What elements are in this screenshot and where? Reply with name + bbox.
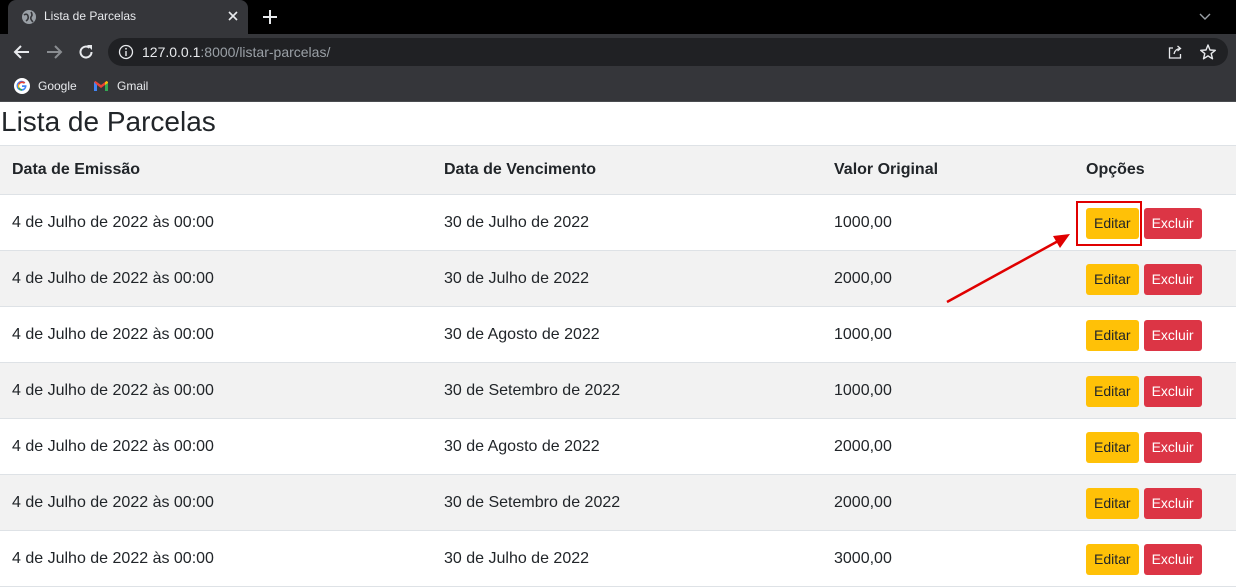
cell-emissao: 4 de Julho de 2022 às 00:00 [0,194,432,251]
delete-button[interactable]: Excluir [1143,544,1202,575]
browser-toolbar: 127.0.0.1:8000/listar-parcelas/ [0,34,1236,70]
page-title: Lista de Parcelas [1,106,216,137]
share-icon[interactable] [1167,44,1183,60]
edit-button[interactable]: Editar [1086,432,1139,463]
cell-vencimento: 30 de Agosto de 2022 [432,418,822,475]
annotation-arrow [946,234,1070,304]
close-icon[interactable] [224,7,242,25]
table-row: 4 de Julho de 2022 às 00:00 30 de Agosto… [0,418,1236,475]
cell-emissao: 4 de Julho de 2022 às 00:00 [0,418,432,475]
cell-opcoes: Editar Excluir [1074,418,1236,475]
cell-emissao: 4 de Julho de 2022 às 00:00 [0,530,432,587]
cell-valor: 1000,00 [822,362,1074,419]
new-tab-icon[interactable] [260,7,280,27]
delete-button[interactable]: Excluir [1143,320,1202,351]
edit-button[interactable]: Editar [1086,488,1139,519]
edit-button[interactable]: Editar [1086,376,1139,407]
gmail-icon [94,81,108,91]
forward-arrow-icon[interactable] [44,42,64,62]
cell-valor: 3000,00 [822,530,1074,587]
column-header-vencimento: Data de Vencimento [432,145,822,195]
column-header-opcoes: Opções [1074,145,1236,195]
cell-vencimento: 30 de Agosto de 2022 [432,306,822,363]
column-header-valor: Valor Original [822,145,1074,195]
google-icon [14,78,30,94]
delete-button[interactable]: Excluir [1143,432,1202,463]
cell-vencimento: 30 de Julho de 2022 [432,194,822,251]
table-row: 4 de Julho de 2022 às 00:00 30 de Agosto… [0,306,1236,363]
tab-title: Lista de Parcelas [44,9,137,23]
bookmark-google[interactable]: Google [14,76,77,96]
edit-button[interactable]: Editar [1086,264,1139,295]
cell-emissao: 4 de Julho de 2022 às 00:00 [0,250,432,307]
info-icon[interactable] [118,44,134,60]
cell-opcoes: Editar Excluir [1074,250,1236,307]
column-header-emissao: Data de Emissão [0,145,432,195]
cell-opcoes: Editar Excluir [1074,362,1236,419]
page-content: Lista de Parcelas Data de Emissão Data d… [0,103,1236,588]
bookmark-label: Gmail [117,79,149,93]
cell-vencimento: 30 de Setembro de 2022 [432,474,822,531]
url-host: 127.0.0.1 [142,44,201,60]
bookmark-gmail[interactable]: Gmail [93,76,148,96]
table-row: 4 de Julho de 2022 às 00:00 30 de Setemb… [0,362,1236,419]
cell-valor: 2000,00 [822,418,1074,475]
edit-button[interactable]: Editar [1086,320,1139,351]
cell-valor: 2000,00 [822,474,1074,531]
cell-emissao: 4 de Julho de 2022 às 00:00 [0,474,432,531]
address-bar[interactable]: 127.0.0.1:8000/listar-parcelas/ [108,38,1228,66]
cell-vencimento: 30 de Setembro de 2022 [432,362,822,419]
cell-opcoes: Editar Excluir [1074,306,1236,363]
url-text: 127.0.0.1:8000/listar-parcelas/ [142,44,330,60]
bookmark-label: Google [38,79,77,93]
cell-vencimento: 30 de Julho de 2022 [432,250,822,307]
cell-emissao: 4 de Julho de 2022 às 00:00 [0,306,432,363]
globe-icon [22,10,36,24]
edit-button[interactable]: Editar [1086,544,1139,575]
cell-valor: 1000,00 [822,306,1074,363]
delete-button[interactable]: Excluir [1143,488,1202,519]
browser-tab[interactable]: Lista de Parcelas [8,0,248,34]
chevron-down-icon[interactable] [1197,8,1213,24]
table-row: 4 de Julho de 2022 às 00:00 30 de Julho … [0,530,1236,587]
cell-emissao: 4 de Julho de 2022 às 00:00 [0,362,432,419]
bookmarks-bar: Google Gmail [0,70,1236,102]
reload-icon[interactable] [76,42,96,62]
bookmark-star-icon[interactable] [1199,43,1217,61]
url-path: :8000/listar-parcelas/ [200,44,331,60]
cell-vencimento: 30 de Julho de 2022 [432,530,822,587]
cell-opcoes: Editar Excluir [1074,474,1236,531]
delete-button[interactable]: Excluir [1143,264,1202,295]
cell-opcoes: Editar Excluir [1074,530,1236,587]
table-header-row: Data de Emissão Data de Vencimento Valor… [0,145,1236,195]
tab-bar: Lista de Parcelas [0,0,1236,34]
delete-button[interactable]: Excluir [1143,376,1202,407]
table-row: 4 de Julho de 2022 às 00:00 30 de Setemb… [0,474,1236,531]
parcelas-table: Data de Emissão Data de Vencimento Valor… [0,145,1236,587]
back-arrow-icon[interactable] [12,42,32,62]
delete-button[interactable]: Excluir [1143,208,1202,239]
annotation-highlight-box [1076,201,1142,246]
